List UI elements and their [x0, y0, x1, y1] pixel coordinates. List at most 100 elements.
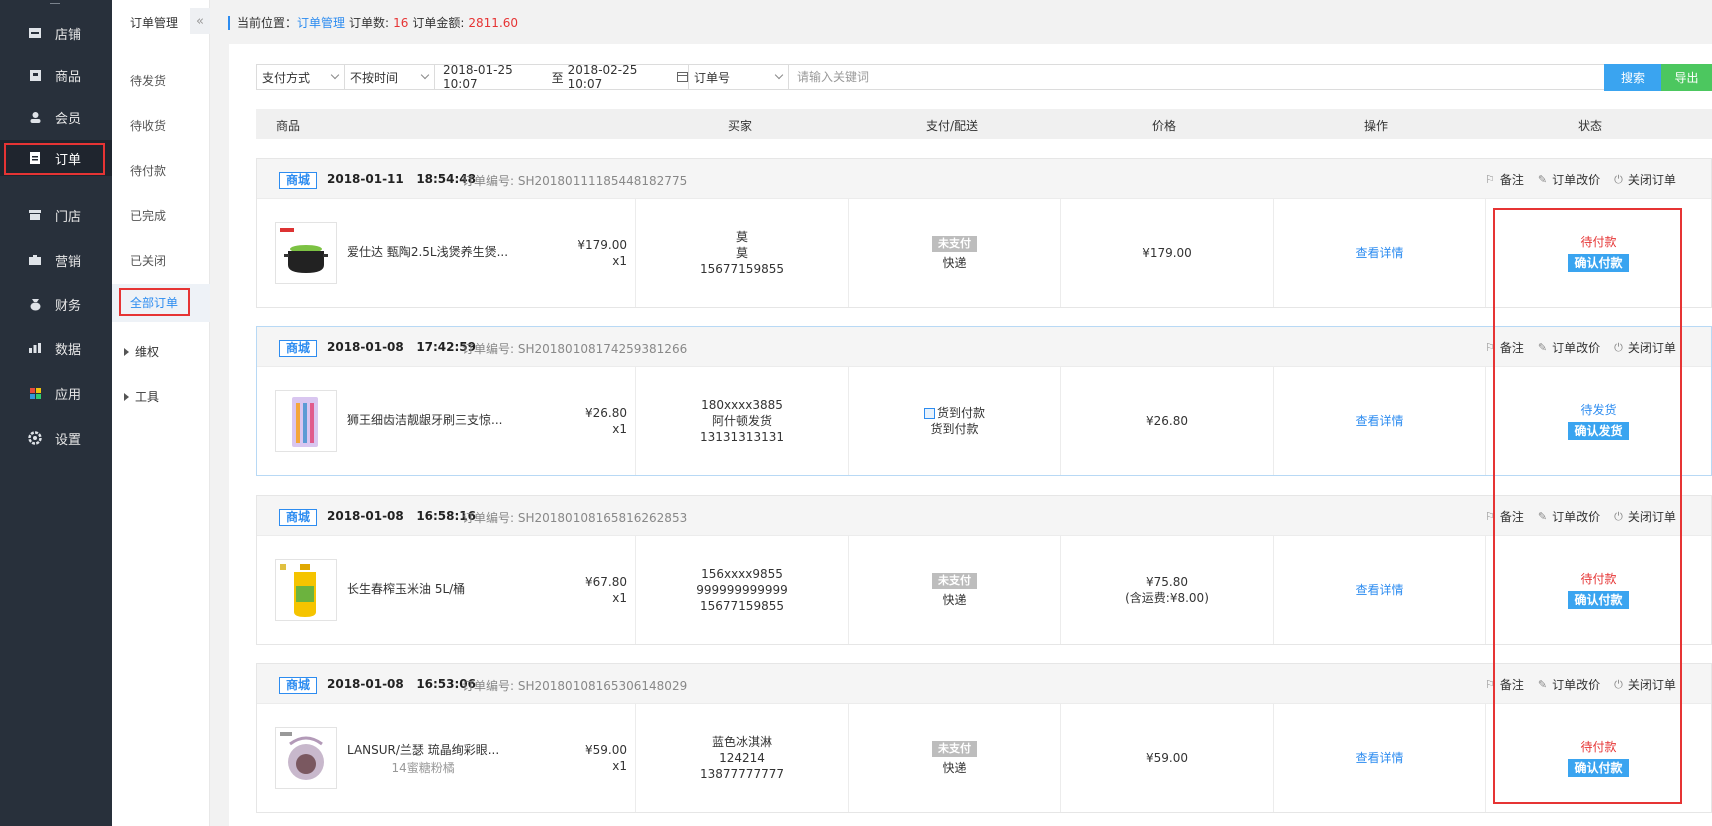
power-icon: ⏻: [1614, 172, 1623, 186]
order-action-label: 关闭订单: [1627, 341, 1676, 355]
sidebar-top-mark: [50, 0, 60, 4]
collapse-sidebar-button[interactable]: «: [190, 8, 210, 34]
pay-method-select[interactable]: 支付方式: [256, 64, 345, 90]
buyer-receiver: 999999999999: [696, 583, 788, 597]
subnav-group-tools[interactable]: 工具: [124, 388, 159, 405]
product-thumbnail[interactable]: [275, 390, 337, 452]
cod-text: 货到付款: [936, 406, 985, 420]
order-source-tag: 商城: [279, 340, 318, 357]
sidebar-item-apps[interactable]: 应用: [0, 375, 112, 411]
order-action-change-price[interactable]: ✎ 订单改价: [1538, 171, 1600, 188]
order-actions: ⚐ 备注 ✎ 订单改价 ⏻ 关闭订单: [1485, 508, 1690, 525]
order-action-change-price[interactable]: ✎ 订单改价: [1538, 508, 1600, 525]
confirm-payment-button[interactable]: 确认付款: [1568, 254, 1629, 272]
subnav-item-to-receive[interactable]: 待收货: [130, 117, 166, 134]
sidebar-item-finance[interactable]: 财务: [0, 286, 112, 322]
order-action-remark[interactable]: ⚐ 备注: [1485, 171, 1524, 188]
subnav-item-all-orders[interactable]: 全部订单: [112, 284, 210, 322]
product-name[interactable]: 爱仕达 甄陶2.5L浅煲养生煲...: [347, 244, 508, 260]
product-name[interactable]: LANSUR/兰瑟 琉晶绚彩眼... 14蜜糖粉橘: [347, 742, 499, 776]
sidebar-item-order[interactable]: 订单: [0, 140, 112, 176]
sidebar-item-label: 门店: [55, 209, 82, 225]
product-name[interactable]: 狮王细齿洁靓龈牙刷三支惊...: [347, 412, 502, 428]
subnav-group-rights[interactable]: 维权: [124, 343, 159, 360]
order-source-tag: 商城: [279, 509, 318, 526]
view-details-link[interactable]: 查看详情: [1355, 245, 1403, 261]
action-cell: 查看详情: [1274, 536, 1486, 644]
view-details-link[interactable]: 查看详情: [1355, 582, 1403, 598]
order-action-close-order[interactable]: ⏻ 关闭订单: [1614, 339, 1676, 356]
order-number-value: SH20180108165306148029: [517, 679, 688, 693]
order-action-remark[interactable]: ⚐ 备注: [1485, 676, 1524, 693]
product-title: 长生春榨玉米油 5L/桶: [347, 582, 466, 596]
user-icon: [27, 109, 43, 125]
view-details-link[interactable]: 查看详情: [1355, 750, 1403, 766]
order-action-close-order[interactable]: ⏻ 关闭订单: [1614, 508, 1676, 525]
confirm-payment-button[interactable]: 确认付款: [1568, 759, 1629, 777]
delivery-method: 快递: [942, 255, 967, 270]
order-header: 商城 2018-01-11 18:54:48 订单编号: SH20180111185…: [257, 159, 1711, 199]
status-cell: 待付款 确认付款: [1486, 704, 1711, 812]
subnav-item-closed[interactable]: 已关闭: [130, 252, 166, 269]
product-cell: 爱仕达 甄陶2.5L浅煲养生煲... ¥179.00 x1: [257, 199, 636, 307]
product-name[interactable]: 长生春榨玉米油 5L/桶: [347, 581, 465, 597]
buyer-cell: 莫莫 15677159855: [636, 199, 849, 307]
product-cell: 长生春榨玉米油 5L/桶 ¥67.80 x1: [257, 536, 636, 644]
order-date: 2018-01-08: [327, 677, 404, 691]
search-field-select[interactable]: 订单号: [688, 64, 789, 90]
order-price: ¥179.00: [1142, 246, 1192, 260]
action-cell: 查看详情: [1274, 704, 1486, 812]
subnav-item-to-pay[interactable]: 待付款: [130, 162, 166, 179]
table-header: 商品 买家 支付/配送 价格 操作 状态: [256, 109, 1712, 139]
delivery-method: 货到付款: [930, 422, 979, 436]
payment-cell: 未支付 快递: [849, 199, 1061, 307]
select-value: 支付方式: [262, 70, 311, 85]
order-status: 待付款: [1580, 572, 1617, 586]
subnav-item-to-ship[interactable]: 待发货: [130, 72, 166, 89]
product-thumbnail[interactable]: [275, 222, 337, 284]
confirm-payment-button[interactable]: 确认付款: [1568, 591, 1629, 609]
edit-icon: ✎: [1537, 510, 1548, 523]
status-cell: 待付款 确认付款: [1486, 199, 1711, 307]
status-cell: 待发货 确认发货: [1486, 367, 1711, 475]
order-count: 16: [393, 15, 409, 30]
order-action-remark[interactable]: ⚐ 备注: [1485, 508, 1524, 525]
column-header-product: 商品: [276, 119, 301, 133]
confirm-shipment-button[interactable]: 确认发货: [1568, 422, 1629, 440]
delivery-method: 快递: [942, 760, 967, 775]
order-action-close-order[interactable]: ⏻ 关闭订单: [1614, 171, 1676, 188]
sidebar-item-member[interactable]: 会员: [0, 99, 112, 135]
order-action-remark[interactable]: ⚐ 备注: [1485, 339, 1524, 356]
order-header: 商城 2018-01-08 17:42:59 订单编号: SH20180108174…: [257, 327, 1711, 367]
sidebar-item-settings[interactable]: 设置: [0, 420, 112, 456]
caret-right-icon: [124, 347, 129, 356]
order-action-change-price[interactable]: ✎ 订单改价: [1538, 676, 1600, 693]
subnav-item-completed[interactable]: 已完成: [130, 207, 166, 224]
sidebar-item-store[interactable]: 店铺: [0, 15, 112, 51]
view-details-link[interactable]: 查看详情: [1355, 413, 1403, 429]
shop-icon: [27, 207, 43, 223]
product-title: 爱仕达 甄陶2.5L浅煲养生煲...: [347, 245, 509, 259]
order-action-change-price[interactable]: ✎ 订单改价: [1538, 339, 1600, 356]
time-mode-select[interactable]: 不按时间: [344, 64, 435, 90]
product-thumbnail[interactable]: [275, 559, 337, 621]
keyword-input[interactable]: [788, 64, 1609, 90]
sidebar-item-marketing[interactable]: 营销: [0, 242, 112, 278]
order-action-close-order[interactable]: ⏻ 关闭订单: [1614, 676, 1676, 693]
export-button[interactable]: 导出: [1661, 64, 1712, 91]
power-icon: ⏻: [1614, 677, 1623, 691]
unpaid-badge: 未支付: [932, 740, 977, 757]
breadcrumb-current[interactable]: 订单管理: [297, 14, 345, 31]
order-action-label: 关闭订单: [1627, 678, 1676, 692]
product-unit-price: ¥67.80 x1: [585, 574, 627, 606]
order-number: 订单编号: SH20180111185448182775: [462, 172, 687, 189]
buyer-cell: 蓝色冰淇淋 124214 13877777777: [636, 704, 849, 812]
sidebar-item-shop[interactable]: 门店: [0, 197, 112, 233]
date-range-picker[interactable]: 2018-01-25 10:07 至 2018-02-25 10:07: [434, 63, 689, 91]
sidebar-item-data[interactable]: 数据: [0, 330, 112, 366]
price-cell: ¥59.00: [1061, 704, 1274, 812]
search-button[interactable]: 搜索: [1604, 64, 1662, 91]
order-date: 2018-01-11: [327, 172, 404, 186]
sidebar-item-product[interactable]: 商品: [0, 57, 112, 93]
product-thumbnail[interactable]: [275, 727, 337, 789]
